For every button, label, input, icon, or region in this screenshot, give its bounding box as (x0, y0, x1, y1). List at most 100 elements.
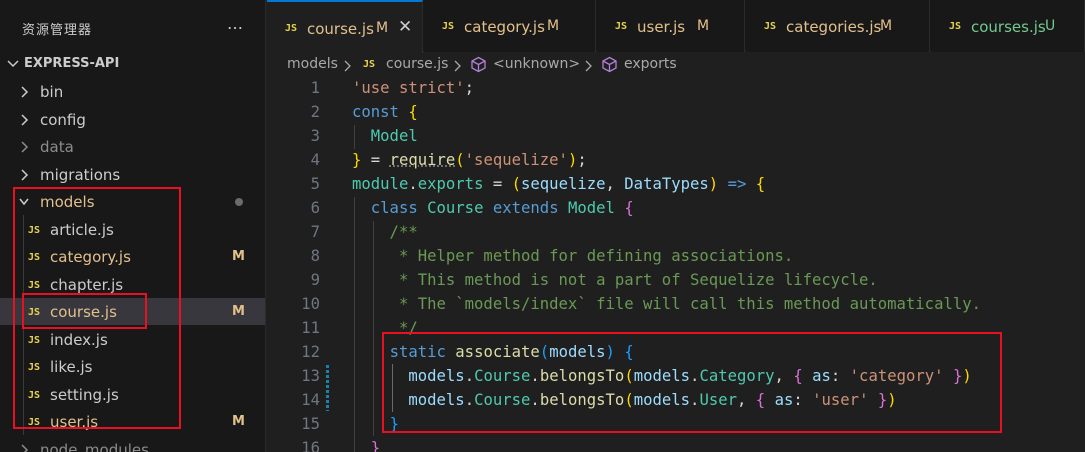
js-file-icon: JS (363, 59, 376, 70)
code-line: 3 Model (267, 125, 1085, 149)
file-label: article.js (50, 221, 114, 239)
code-line: 8 * Helper method for defining associati… (267, 245, 1085, 269)
line-content: } = require('sequelize'); (352, 151, 587, 169)
tab-label: user.js (637, 18, 686, 36)
line-content: */ (352, 319, 418, 337)
cube-symbol-icon (471, 56, 486, 73)
breadcrumb-symbol[interactable]: <unknown> (493, 56, 580, 72)
code-line: 10 * The `models/index` file will call t… (267, 293, 1085, 317)
chevron-down-icon (19, 198, 29, 206)
tab-courses-js[interactable]: JS courses.js U (931, 0, 1085, 52)
file-setting-js[interactable]: JS setting.js (0, 381, 265, 408)
line-number: 8 (310, 247, 320, 265)
breadcrumb-folder[interactable]: models (287, 56, 338, 72)
file-user-js[interactable]: JS user.js M (0, 408, 265, 435)
code-line: 2 const { (267, 101, 1085, 125)
file-index-js[interactable]: JS index.js (0, 326, 265, 353)
editor-tabs: JS course.js M ✕ JS category.js M JS use… (267, 0, 1085, 53)
file-label: category.js (50, 248, 131, 266)
line-content: const { (352, 103, 418, 121)
line-content: models.Course.belongsTo(models.Category,… (408, 367, 972, 385)
git-status-badge: M (376, 20, 389, 36)
file-chapter-js[interactable]: JS chapter.js (0, 271, 265, 298)
code-line: 7 /** (267, 221, 1085, 245)
git-status-badge: M (697, 18, 710, 34)
file-label: like.js (50, 358, 93, 376)
chevron-right-icon (21, 86, 29, 98)
code-editor[interactable]: 1 'use strict'; 2 const { 3 Model 4 } = … (267, 77, 1085, 452)
git-status-badge: M (880, 18, 893, 34)
file-article-js[interactable]: JS article.js (0, 216, 265, 243)
code-line: 5 module.exports = (sequelize, DataTypes… (267, 173, 1085, 197)
folder-models[interactable]: models (0, 188, 265, 215)
line-content: module.exports = (sequelize, DataTypes) … (352, 175, 766, 193)
line-content: } (389, 415, 399, 433)
breadcrumb-file[interactable]: course.js (386, 56, 448, 72)
tab-categories-js[interactable]: JS categories.js M (746, 0, 930, 52)
code-line: 12 static associate(models) { (267, 341, 1085, 365)
breadcrumb: models JS course.js <unknown> exports (267, 53, 1085, 77)
js-file-icon: JS (28, 362, 41, 373)
folder-migrations[interactable]: migrations (0, 161, 265, 188)
git-status-badge: M (232, 249, 245, 264)
explorer-header: 资源管理器 … (0, 0, 265, 56)
chevron-down-icon (7, 60, 19, 68)
js-file-icon: JS (28, 417, 41, 428)
line-number: 9 (310, 271, 320, 289)
file-like-js[interactable]: JS like.js (0, 353, 265, 380)
folder-label: data (40, 138, 74, 156)
code-line: 1 'use strict'; (267, 77, 1085, 101)
git-status-badge: M (232, 304, 245, 319)
tab-label: category.js (464, 18, 545, 36)
code-line: 14 models.Course.belongsTo(models.User, … (267, 389, 1085, 413)
file-course-js[interactable]: JS course.js M (0, 298, 265, 325)
file-category-js[interactable]: JS category.js M (0, 243, 265, 270)
line-number: 3 (310, 127, 320, 145)
cube-symbol-icon (602, 56, 617, 73)
close-icon[interactable]: ✕ (398, 17, 412, 37)
tab-label: course.js (307, 20, 374, 38)
line-number: 5 (310, 175, 320, 193)
file-label: chapter.js (50, 276, 124, 294)
code-line: 16 } (267, 437, 1085, 452)
line-number: 10 (301, 295, 320, 313)
code-line: 4 } = require('sequelize'); (267, 149, 1085, 173)
js-file-icon: JS (949, 21, 962, 32)
more-actions-icon[interactable]: … (227, 14, 244, 33)
tab-course-js[interactable]: JS course.js M ✕ (267, 0, 423, 53)
js-file-icon: JS (28, 307, 41, 318)
code-line: 13 models.Course.belongsTo(models.Catego… (267, 365, 1085, 389)
code-line: 6 class Course extends Model { (267, 197, 1085, 221)
js-file-icon: JS (28, 390, 41, 401)
breadcrumb-symbol[interactable]: exports (624, 56, 677, 72)
modified-dot-icon (235, 198, 243, 206)
tab-label: categories.js (786, 18, 882, 36)
tab-user-js[interactable]: JS user.js M (597, 0, 745, 52)
js-file-icon: JS (28, 252, 41, 263)
js-file-icon: JS (28, 335, 41, 346)
line-number: 2 (310, 103, 320, 121)
line-number: 15 (301, 415, 320, 433)
js-file-icon: JS (28, 280, 41, 291)
line-content: * Helper method for defining association… (352, 247, 794, 265)
js-file-icon: JS (442, 21, 455, 32)
chevron-right-icon (585, 60, 592, 72)
project-root[interactable]: EXPRESS-API (0, 52, 265, 76)
folder-label: models (40, 193, 95, 211)
line-content: Model (370, 127, 418, 145)
line-content: /** (352, 223, 418, 241)
line-number: 4 (310, 151, 320, 169)
folder-bin[interactable]: bin (0, 78, 265, 105)
line-number: 14 (301, 391, 320, 409)
explorer-title: 资源管理器 (22, 23, 93, 38)
line-content: models.Course.belongsTo(models.User, { a… (408, 391, 897, 409)
line-content: } (370, 439, 381, 452)
chevron-right-icon (21, 444, 29, 452)
folder-node-modules[interactable]: node_modules (0, 436, 265, 452)
folder-label: bin (40, 83, 64, 101)
folder-data[interactable]: data (0, 133, 265, 160)
folder-config[interactable]: config (0, 106, 265, 133)
tab-category-js[interactable]: JS category.js M (424, 0, 596, 52)
project-name: EXPRESS-API (24, 56, 120, 71)
tab-label: courses.js (971, 18, 1046, 36)
